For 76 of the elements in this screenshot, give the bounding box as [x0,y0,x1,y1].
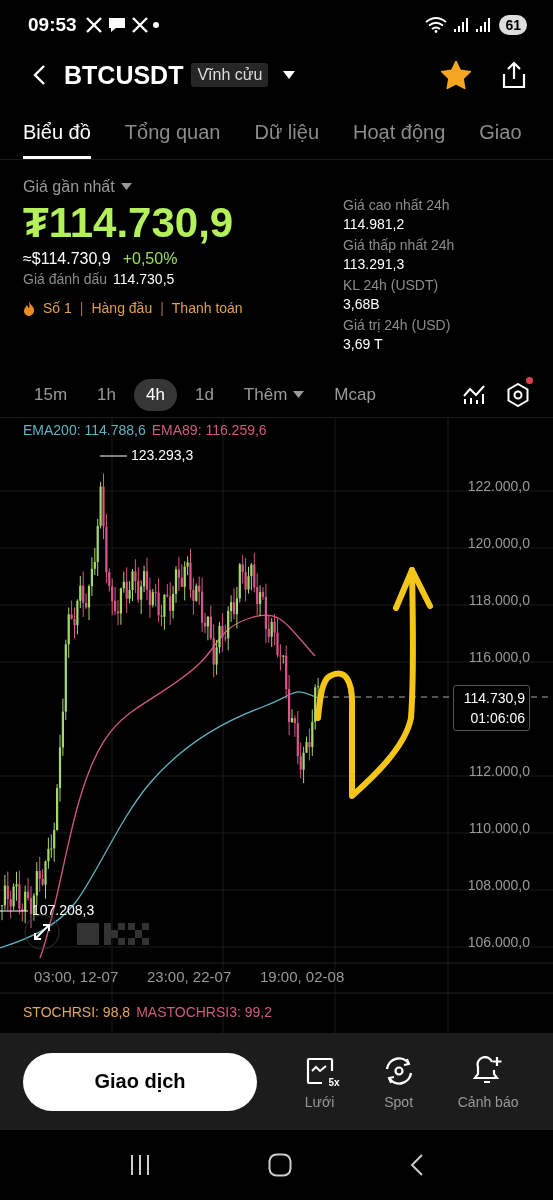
axis-label: 23:00, 22-07 [147,968,232,985]
interval-tab[interactable]: 4h [134,378,177,411]
x-logo-icon [84,17,103,33]
axis-label: 112.000,0 [468,763,530,779]
tab[interactable]: Giao [479,121,522,159]
stat-label: Giá trị 24h (USD) [343,316,452,335]
x-logo-icon [130,17,149,33]
settings-icon[interactable] [507,382,529,407]
mark-price: 114.730,5 [113,271,175,287]
leader-line [99,455,128,457]
caret-icon[interactable] [282,70,297,80]
tab[interactable]: Biểu đồ [23,121,91,159]
star-icon[interactable] [441,61,471,89]
action-button[interactable]: Spot [376,1053,421,1110]
stat-label: Giá thấp nhất 24h [343,236,456,255]
current-price: 114.730,9 [463,689,525,708]
tab[interactable]: Hoạt động [353,121,446,159]
battery-level: 61 [499,15,527,35]
separator: | [160,300,164,316]
stat-value: 113.291,3 [343,255,406,274]
stat-value: 114.981,2 [343,215,406,234]
price-change: +0,50% [122,250,178,268]
ranking-tag[interactable]: Thanh toán [171,300,243,316]
action-button[interactable]: Cảnh báo [457,1053,519,1110]
ranking-tag[interactable]: Hàng đầu [91,300,153,316]
contract-type-tag: Vĩnh cửu [191,63,269,87]
axis-label: 122.000,0 [467,478,530,494]
wifi-icon [425,17,448,33]
separator: | [79,300,84,316]
logo-icon [77,923,149,945]
axis-label: 120.000,0 [467,535,530,551]
clock-time: 09:53 [28,14,77,36]
axis-label: 118.000,0 [468,592,530,608]
home-icon[interactable] [267,1153,292,1177]
axis-label: 108.000,0 [467,877,530,893]
axis-label: 19:00, 02-08 [260,968,345,985]
tab[interactable]: Dữ liệu [254,121,319,159]
bell-plus-icon [472,1055,505,1086]
high-price-marker: 123.293,3 [131,447,194,463]
trade-button[interactable]: Giao dịch [23,1052,257,1111]
indicator-value: STOCHRSI: 98,8 [23,1004,131,1020]
mark-price-label: Giá đánh dấu [23,271,108,287]
flame-icon [23,300,35,316]
stat-label: KL 24h (USDT) [343,276,440,295]
price-label: Giá gần nhất [23,178,115,196]
interval-tab[interactable]: 1h [85,378,128,411]
indicator-value: EMA200: 114.788,6 [23,422,146,438]
last-price: ₮114.730,9 [23,198,235,248]
stat-label: Giá cao nhất 24h [343,196,451,215]
interval-tab[interactable]: Mcap [322,378,388,411]
share-icon[interactable] [501,61,527,89]
caret-icon[interactable] [120,183,132,191]
back-icon[interactable] [408,1153,425,1177]
leader-line [0,910,29,912]
leverage-badge: 5x [328,1076,340,1088]
recent-apps-icon[interactable] [128,1154,151,1176]
usd-price: ≈$114.730,9 [23,250,111,268]
axis-label: 106.000,0 [467,934,530,950]
ranking-tag[interactable]: Số 1 [43,300,72,316]
tab[interactable]: Tổng quan [124,121,221,159]
interval-tab[interactable]: 15m [22,378,80,411]
axis-label: 110.000,0 [468,820,530,836]
indicator-value: EMA89: 116.259,6 [151,422,267,438]
countdown-timer: 01:06:06 [470,709,525,728]
interval-tab[interactable]: 1d [182,378,226,411]
chat-bubble-icon [106,16,127,34]
symbol-title: BTCUSDT [64,60,184,90]
axis-label: 116.000,0 [468,649,530,665]
indicator-value: MASTOCHRSI3: 99,2 [136,1004,273,1020]
interval-tab[interactable]: Thêm [231,378,317,411]
stat-value: 3,68B [343,295,381,314]
indicator-chart-icon[interactable] [463,384,485,405]
axis-label: 03:00, 12-07 [34,968,119,985]
action-button[interactable]: 5x Lưới [299,1053,340,1110]
stat-value: 3,69 T [343,335,384,354]
back-icon[interactable] [32,64,46,86]
